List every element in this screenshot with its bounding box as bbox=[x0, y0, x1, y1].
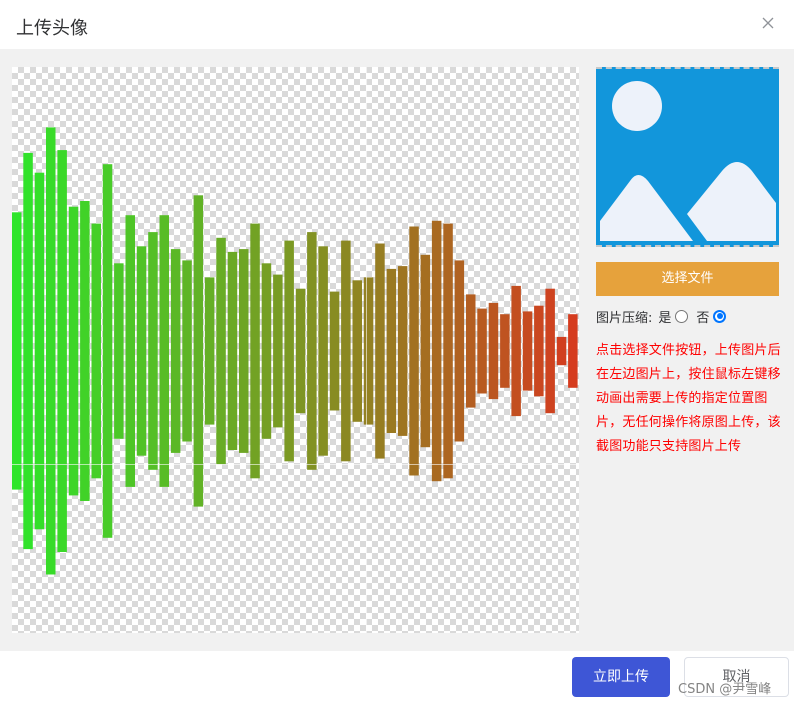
waveform-bar bbox=[136, 246, 147, 456]
waveform-bar bbox=[182, 260, 192, 442]
waveform-bar bbox=[80, 201, 90, 501]
crop-canvas[interactable] bbox=[12, 67, 579, 633]
waveform-bar bbox=[511, 285, 521, 417]
waveform-bar bbox=[114, 263, 124, 439]
waveform-bar bbox=[91, 223, 101, 479]
waveform-bar bbox=[204, 277, 215, 425]
waveform-bar bbox=[295, 288, 306, 414]
close-button[interactable] bbox=[759, 14, 777, 32]
compress-no-radio[interactable] bbox=[713, 309, 727, 323]
compress-yes-radio[interactable] bbox=[675, 309, 689, 323]
waveform-bar bbox=[193, 195, 204, 507]
waveform-bar bbox=[318, 246, 328, 456]
waveform-bar bbox=[273, 274, 283, 428]
waveform-image bbox=[12, 127, 578, 575]
waveform-bar bbox=[23, 152, 33, 550]
waveform-bar bbox=[488, 302, 499, 400]
waveform-bar bbox=[420, 254, 431, 448]
waveform-bar bbox=[34, 172, 45, 530]
waveform-bar bbox=[443, 223, 453, 479]
waveform-bar bbox=[284, 240, 294, 462]
waveform-bar bbox=[261, 263, 272, 439]
waveform-bar bbox=[227, 251, 238, 450]
crop-preview bbox=[596, 67, 779, 247]
waveform-bar bbox=[148, 232, 158, 470]
waveform-bar bbox=[102, 164, 113, 538]
upload-now-button[interactable]: 立即上传 bbox=[572, 657, 670, 697]
waveform-bar bbox=[375, 243, 385, 459]
waveform-bar bbox=[307, 232, 317, 470]
waveform-bar bbox=[239, 249, 249, 453]
waveform-bar bbox=[352, 280, 362, 422]
dialog-header: 上传头像 bbox=[0, 0, 794, 49]
waveform-bar bbox=[431, 220, 442, 482]
dialog-title: 上传头像 bbox=[16, 18, 88, 39]
upload-hint-text: 点击选择文件按钮，上传图片后在左边图片上，按住鼠标左键移动画出需要上传的指定位置… bbox=[596, 343, 781, 454]
image-placeholder-icon bbox=[596, 81, 779, 245]
waveform-bar bbox=[556, 336, 567, 366]
compress-no-label: 否 bbox=[696, 310, 710, 326]
crop-guide-horizontal bbox=[12, 464, 579, 465]
waveform-bar bbox=[57, 150, 67, 552]
waveform-bar bbox=[386, 268, 397, 433]
waveform-bar bbox=[534, 305, 544, 397]
upload-avatar-dialog: 上传头像 选择文件 图片压缩: 是 否 点击选择文件按钮，上传图片后在左边图片上… bbox=[0, 0, 794, 703]
waveform-bar bbox=[329, 291, 340, 411]
waveform-bar bbox=[409, 226, 419, 476]
waveform-bar bbox=[500, 314, 510, 388]
waveform-bar bbox=[159, 215, 169, 487]
crop-guide-vertical bbox=[366, 67, 367, 633]
waveform-bar bbox=[341, 240, 351, 462]
waveform-bar bbox=[46, 127, 56, 575]
waveform-bar bbox=[522, 311, 533, 391]
close-icon bbox=[762, 17, 774, 29]
waveform-bar bbox=[477, 308, 487, 394]
waveform-bar bbox=[216, 237, 226, 465]
waveform-bar bbox=[568, 314, 578, 388]
waveform-bar bbox=[68, 206, 79, 496]
waveform-bar bbox=[250, 223, 260, 479]
dialog-footer: 立即上传 取消 CSDN @尹雪峰 bbox=[0, 651, 794, 703]
waveform-bar bbox=[170, 249, 181, 453]
waveform-bar bbox=[397, 266, 408, 436]
compress-label: 图片压缩: bbox=[596, 310, 653, 326]
compress-option: 图片压缩: 是 否 bbox=[596, 307, 734, 326]
dialog-body: 选择文件 图片压缩: 是 否 点击选择文件按钮，上传图片后在左边图片上，按住鼠标… bbox=[0, 49, 794, 651]
select-file-button[interactable]: 选择文件 bbox=[596, 262, 779, 296]
waveform-bar bbox=[466, 294, 476, 408]
waveform-bar bbox=[12, 212, 22, 490]
waveform-bar bbox=[545, 288, 555, 414]
compress-yes-label: 是 bbox=[658, 310, 672, 326]
waveform-bar bbox=[454, 260, 465, 442]
waveform-bar bbox=[125, 215, 135, 487]
watermark: CSDN @尹雪峰 bbox=[678, 682, 772, 697]
